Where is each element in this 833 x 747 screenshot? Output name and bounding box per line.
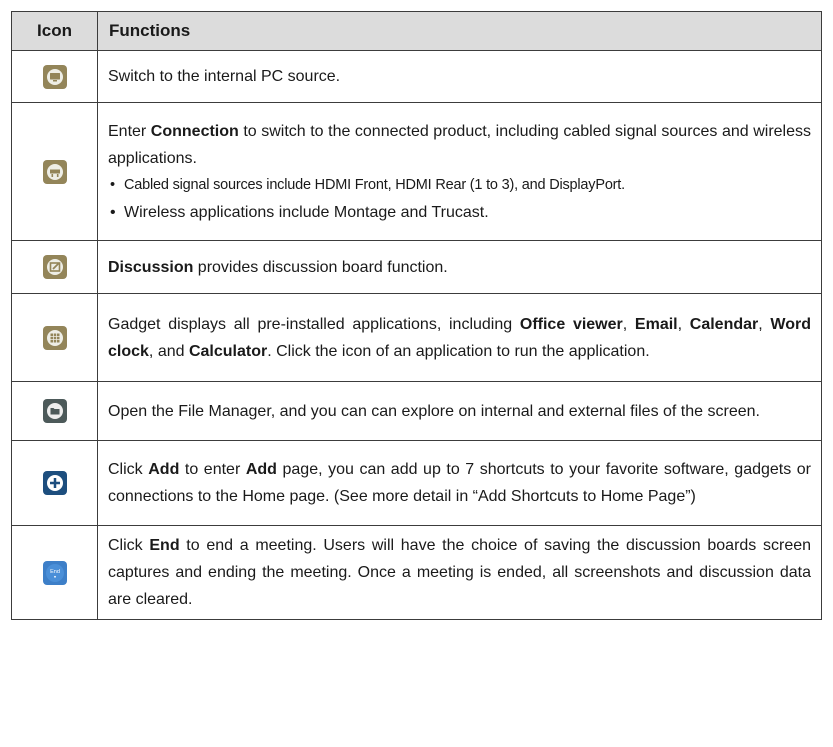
header-row: Icon Functions: [11, 11, 822, 51]
bold-term: Discussion: [108, 258, 194, 276]
icon-cell: [11, 50, 98, 103]
text-cell: Enter Connection to switch to the connec…: [97, 102, 822, 241]
table-row: Gadget displays all pre-installed applic…: [11, 293, 822, 382]
connection-icon: [42, 159, 67, 184]
bold-term: Email: [634, 315, 678, 333]
bold-term: Add: [148, 461, 180, 478]
bold-term: Connection: [150, 122, 239, 140]
bullet-list: Cabled signal sources include HDMI Front…: [108, 172, 811, 226]
header-functions: Functions: [97, 11, 822, 51]
row-text: Gadget displays all pre-installed applic…: [108, 315, 812, 360]
bullet-item: Wireless applications include Montage an…: [108, 199, 811, 226]
bold-term: End: [149, 537, 180, 554]
icon-cell: [11, 240, 98, 294]
discussion-icon: [42, 255, 67, 279]
table-row: Click Add to enter Add page, you can add…: [11, 440, 822, 526]
pc-source-icon: [42, 64, 67, 89]
text-cell: Discussion provides discussion board fun…: [97, 240, 822, 294]
bold-term: Calculator: [188, 342, 268, 360]
bold-term: Add: [245, 461, 277, 478]
icon-cell: [11, 440, 98, 526]
table-row: Discussion provides discussion board fun…: [11, 240, 822, 294]
header-icon: Icon: [11, 11, 98, 51]
row-text: Click End to end a meeting. Users will h…: [108, 537, 812, 608]
bullet-item: Cabled signal sources include HDMI Front…: [108, 172, 811, 199]
icon-cell: [11, 381, 98, 441]
file-manager-icon: [42, 399, 67, 423]
table-row: End Click End to end a meeting. Users wi…: [11, 525, 822, 620]
icon-cell: [11, 102, 98, 241]
row-text: Click Add to enter Add page, you can add…: [108, 461, 812, 505]
row-text: Enter Connection to switch to the connec…: [108, 122, 812, 167]
text-cell: Open the File Manager, and you can can e…: [97, 381, 822, 441]
table-row: Switch to the internal PC source.: [11, 50, 822, 103]
table-row: Open the File Manager, and you can can e…: [11, 381, 822, 441]
gadget-icon: [42, 325, 67, 350]
row-text: Open the File Manager, and you can can e…: [108, 402, 760, 420]
text-cell: Click End to end a meeting. Users will h…: [97, 525, 822, 620]
icon-cell: [11, 293, 98, 382]
table-row: Enter Connection to switch to the connec…: [11, 102, 822, 241]
row-text: Switch to the internal PC source.: [108, 68, 341, 85]
end-icon-label: End: [50, 569, 60, 575]
text-cell: Switch to the internal PC source.: [97, 50, 822, 103]
icon-cell: End: [11, 525, 98, 620]
text-cell: Click Add to enter Add page, you can add…: [97, 440, 822, 526]
text-cell: Gadget displays all pre-installed applic…: [97, 293, 822, 382]
row-text: Discussion provides discussion board fun…: [108, 258, 448, 276]
functions-table: Icon Functions Switch to the internal PC…: [11, 11, 822, 620]
bold-term: Calendar: [689, 315, 759, 333]
end-icon: End: [42, 560, 67, 585]
bold-term: Office viewer: [519, 315, 623, 333]
add-icon: [42, 471, 67, 495]
